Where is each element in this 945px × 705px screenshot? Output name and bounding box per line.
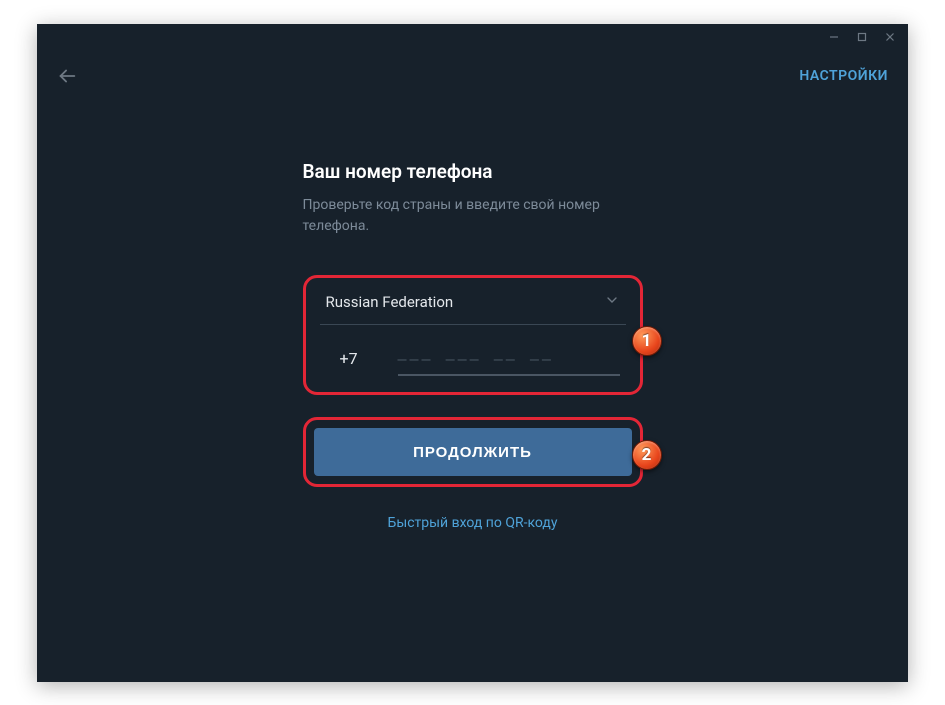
- country-code: +7: [326, 349, 370, 368]
- annotation-badge-1: 1: [632, 326, 662, 356]
- maximize-button[interactable]: [848, 26, 876, 48]
- settings-link[interactable]: НАСТРОЙКИ: [799, 68, 888, 84]
- phone-input-group: Russian Federation +7 ––– ––– –– –– 1: [303, 275, 643, 395]
- phone-placeholder: ––– ––– –– ––: [398, 350, 554, 368]
- phone-input[interactable]: ––– ––– –– ––: [398, 349, 620, 376]
- app-window: НАСТРОЙКИ Ваш номер телефона Проверьте к…: [37, 24, 908, 682]
- titlebar: [37, 24, 908, 50]
- minimize-button[interactable]: [820, 26, 848, 48]
- login-form: Ваш номер телефона Проверьте код страны …: [303, 160, 643, 531]
- qr-login-link[interactable]: Быстрый вход по QR-коду: [303, 515, 643, 531]
- close-button[interactable]: [876, 26, 904, 48]
- topbar: НАСТРОЙКИ: [37, 50, 908, 90]
- phone-row: +7 ––– ––– –– ––: [320, 325, 626, 376]
- chevron-down-icon: [604, 292, 620, 312]
- continue-wrap: ПРОДОЛЖИТЬ 2: [303, 417, 643, 487]
- page-subtitle: Проверьте код страны и введите свой номе…: [303, 195, 643, 237]
- annotation-badge-2: 2: [632, 440, 662, 470]
- country-name: Russian Federation: [326, 293, 454, 311]
- continue-button[interactable]: ПРОДОЛЖИТЬ: [314, 428, 632, 476]
- page-title: Ваш номер телефона: [303, 160, 643, 183]
- country-select[interactable]: Russian Federation: [320, 288, 626, 325]
- back-button[interactable]: [53, 62, 81, 90]
